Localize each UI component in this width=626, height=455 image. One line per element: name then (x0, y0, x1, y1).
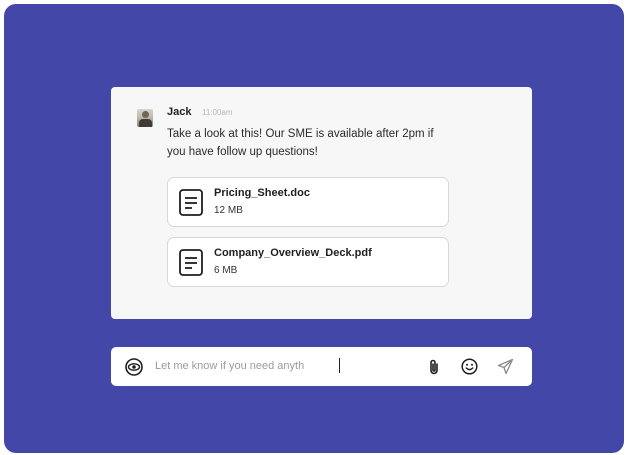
attachment-card[interactable]: Pricing_Sheet.doc 12 MB (167, 177, 449, 227)
message-text: Take a look at this! Our SME is availabl… (167, 128, 434, 158)
message-composer (111, 347, 532, 386)
attachment-size: 6 MB (214, 265, 238, 276)
avatar[interactable] (137, 109, 153, 127)
attachment-card[interactable]: Company_Overview_Deck.pdf 6 MB (167, 237, 449, 287)
document-icon (179, 189, 203, 216)
paperclip-icon[interactable] (427, 358, 441, 376)
attachment-name[interactable]: Company_Overview_Deck.pdf (214, 247, 372, 259)
emoji-icon[interactable] (461, 358, 478, 375)
document-icon (179, 249, 203, 276)
attachment-name[interactable]: Pricing_Sheet.doc (214, 187, 310, 199)
sender-name[interactable]: Jack (167, 106, 191, 118)
text-caret (339, 358, 340, 373)
message-input[interactable] (155, 357, 405, 375)
attachment-size: 12 MB (214, 205, 243, 216)
message-card: Jack 11:00am Take a look at this! Our SM… (111, 87, 532, 319)
message-timestamp: 11:00am (202, 108, 233, 117)
send-icon[interactable] (497, 358, 514, 375)
app-background: Jack 11:00am Take a look at this! Our SM… (4, 4, 624, 453)
eye-icon[interactable] (125, 358, 143, 376)
